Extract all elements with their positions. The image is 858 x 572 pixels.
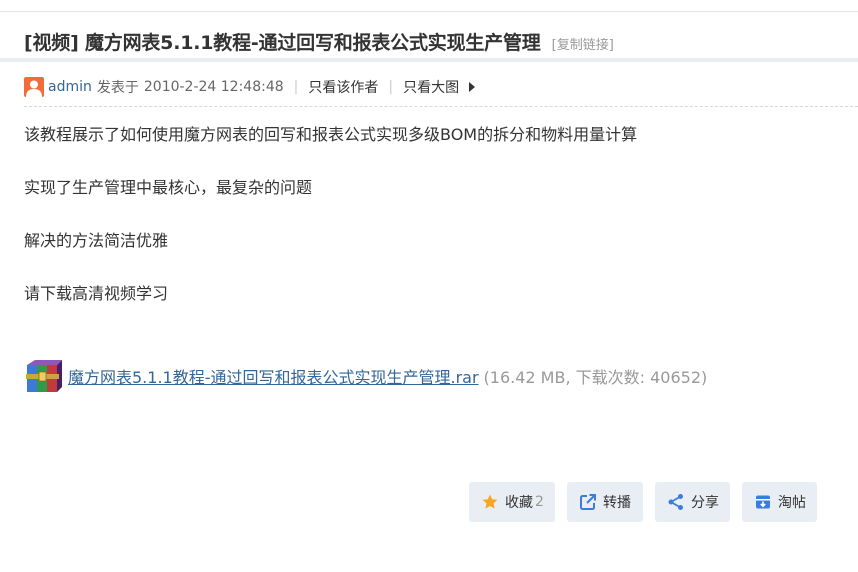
attachment: 魔方网表5.1.1教程-通过回写和报表公式实现生产管理.rar (16.42 M… [24, 358, 707, 394]
author-link[interactable]: admin [48, 79, 92, 95]
post-actions: 收藏 2 转播 分享 淘帖 [0, 482, 858, 522]
star-icon [482, 494, 498, 509]
favorite-button[interactable]: 收藏 2 [469, 482, 555, 522]
archive-box-icon [756, 495, 770, 509]
avatar-icon[interactable] [24, 77, 44, 97]
only-author-link[interactable]: 只看该作者 [308, 77, 378, 97]
rar-archive-icon [26, 360, 62, 392]
large-image-link[interactable]: 只看大图 [403, 77, 459, 97]
post-title-row: [视频] 魔方网表5.1.1教程-通过回写和报表公式实现生产管理 [复制链接] [24, 28, 614, 55]
content-line: 该教程展示了如何使用魔方网表的回写和报表公式实现多级BOM的拆分和物料用量计算 [24, 125, 638, 144]
posted-prefix: 发表于 [96, 80, 139, 96]
content-line: 实现了生产管理中最核心，最复杂的问题 [24, 178, 313, 197]
share-label: 分享 [691, 495, 719, 511]
taotie-button[interactable]: 淘帖 [742, 482, 817, 522]
repost-label: 转播 [603, 495, 631, 511]
repost-button[interactable]: 转播 [567, 482, 643, 522]
attachment-info: (16.42 MB, 下载次数: 40652) [483, 368, 708, 387]
content-line: 请下载高清视频学习 [24, 284, 169, 303]
post-title: [视频] 魔方网表5.1.1教程-通过回写和报表公式实现生产管理 [24, 32, 541, 54]
triangle-right-icon[interactable] [469, 82, 476, 92]
taotie-label: 淘帖 [778, 495, 806, 511]
favorite-label: 收藏 [505, 495, 533, 511]
title-divider [0, 58, 858, 62]
meta-separator: | [293, 79, 299, 95]
post-meta: admin 发表于 2010-2-24 12:48:48 | 只看该作者 | 只… [24, 76, 476, 98]
external-link-icon [580, 494, 596, 510]
attachment-link[interactable]: 魔方网表5.1.1教程-通过回写和报表公式实现生产管理.rar [68, 364, 479, 388]
share-button[interactable]: 分享 [655, 482, 730, 522]
meta-divider [24, 106, 858, 107]
post-content: 该教程展示了如何使用魔方网表的回写和报表公式实现多级BOM的拆分和物料用量计算 … [24, 122, 637, 307]
share-icon [668, 494, 683, 510]
copy-link-button[interactable]: [复制链接] [552, 38, 614, 53]
favorite-count: 2 [535, 494, 544, 510]
top-divider [0, 11, 858, 12]
meta-separator: | [388, 79, 394, 95]
posted-time: 2010-2-24 12:48:48 [143, 79, 284, 95]
content-line: 解决的方法简洁优雅 [24, 231, 169, 250]
